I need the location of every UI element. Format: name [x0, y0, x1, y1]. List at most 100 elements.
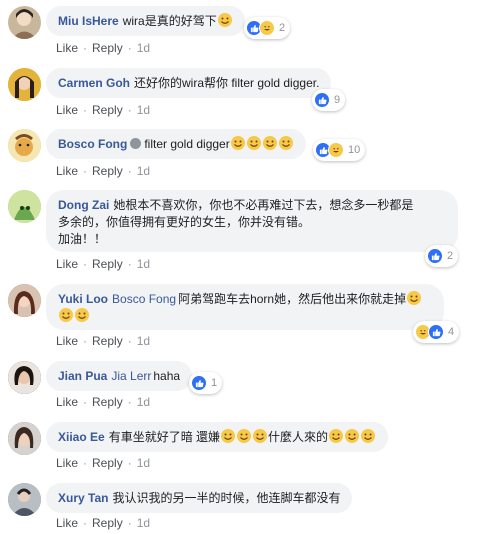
reply-link[interactable]: Reply — [92, 395, 123, 409]
timestamp[interactable]: 1d — [137, 456, 150, 470]
reactions-summary[interactable]: 1 — [189, 372, 223, 394]
author-name[interactable]: Dong Zai — [58, 198, 109, 212]
reactions-summary[interactable]: 2 — [244, 17, 291, 39]
timestamp[interactable]: 1d — [137, 334, 150, 348]
smirk-emoji — [237, 429, 252, 443]
smirk-emoji — [361, 429, 376, 443]
like-link[interactable]: Like — [56, 257, 78, 271]
avatar[interactable] — [8, 422, 41, 455]
avatar[interactable] — [8, 284, 41, 317]
reply-link[interactable]: Reply — [92, 164, 123, 178]
like-reaction-icon — [191, 375, 207, 391]
reply-link[interactable]: Reply — [92, 516, 123, 530]
comment-text-line-3: 加油！！ — [58, 232, 107, 246]
comment-bubble: Dong Zai 她根本不喜欢你，你也不必再难过下去，想念多一秒都是 多余的，你值… — [46, 190, 458, 252]
smirk-emoji — [253, 429, 268, 443]
avatar[interactable] — [8, 129, 41, 162]
timestamp[interactable]: 1d — [137, 257, 150, 271]
reactions-summary[interactable]: 10 — [313, 139, 366, 161]
author-name[interactable]: Bosco Fong — [58, 137, 127, 151]
tagged-user-link[interactable]: Bosco Fong — [112, 292, 176, 306]
reaction-count: 2 — [447, 250, 454, 262]
rofl-emoji — [407, 291, 422, 305]
author-name[interactable]: Xury Tan — [58, 491, 108, 505]
timestamp[interactable]: 1d — [137, 164, 150, 178]
like-link[interactable]: Like — [56, 395, 78, 409]
author-name[interactable]: Jian Pua — [58, 369, 107, 383]
comment-text-a: 有車坐就好了暗 還嫌 — [108, 430, 221, 444]
comment-actions: Like · Reply · 1d — [56, 334, 151, 348]
comment-text: wira是真的好驾下 — [122, 14, 217, 28]
author-name[interactable]: Miu IsHere — [58, 14, 119, 28]
comment-bubble: Xury Tan 我认识我的另一半的时候，他连脚车都没有 — [46, 483, 353, 513]
grin-squint-emoji — [230, 136, 245, 150]
reply-link[interactable]: Reply — [92, 456, 123, 470]
comment-text-b: 什麼人來的 — [268, 430, 329, 444]
like-link[interactable]: Like — [56, 456, 78, 470]
comment-text-line-1: 她根本不喜欢你，你也不必再难过下去，想念多一秒都是 — [113, 198, 414, 212]
comment-actions: Like · Reply · 1d — [56, 41, 151, 55]
like-link[interactable]: Like — [56, 516, 78, 530]
comment-bubble: Yuki Loo Bosco Fong 阿弟驾跑车去horn她，然后他出来你就走掉 — [46, 284, 444, 330]
reaction-count: 2 — [279, 22, 286, 34]
comment-text-line-2: 多余的，你值得拥有更好的女生，你并没有错。 — [58, 215, 311, 229]
smirk-emoji — [329, 429, 344, 443]
reply-link[interactable]: Reply — [92, 103, 123, 117]
reactions-summary[interactable]: 4 — [413, 321, 460, 343]
smirk-emoji — [345, 429, 360, 443]
comment-actions: Like · Reply · 1d — [56, 516, 151, 530]
author-name[interactable]: Yuki Loo — [58, 292, 108, 306]
timestamp[interactable]: 1d — [137, 516, 150, 530]
comment-actions: Like · Reply · 1d — [56, 257, 151, 271]
avatar[interactable] — [8, 68, 41, 101]
timestamp[interactable]: 1d — [137, 41, 150, 55]
like-link[interactable]: Like — [56, 41, 78, 55]
comment-text: haha — [153, 369, 181, 383]
author-name[interactable]: Xiiao Ee — [58, 430, 105, 444]
rofl-emoji — [59, 308, 73, 322]
reply-link[interactable]: Reply — [92, 41, 123, 55]
grin-squint-emoji — [246, 136, 261, 150]
haha-reaction-icon — [328, 142, 344, 158]
avatar[interactable] — [8, 190, 41, 223]
reply-link[interactable]: Reply — [92, 334, 123, 348]
comment-bubble: Xiiao Ee 有車坐就好了暗 還嫌 什麼人來的 — [46, 422, 389, 452]
like-link[interactable]: Like — [56, 334, 78, 348]
reaction-count: 4 — [448, 326, 455, 338]
haha-reaction-icon — [259, 20, 275, 36]
comment-actions: Like · Reply · 1d — [56, 103, 151, 117]
comment-text: 阿弟驾跑车去horn她，然后他出来你就走掉 — [178, 292, 407, 306]
avatar[interactable] — [8, 483, 41, 516]
comment-text: filter gold digger — [144, 137, 230, 151]
like-reaction-icon — [427, 248, 443, 264]
author-name[interactable]: Carmen Goh — [58, 76, 130, 90]
like-reaction-icon — [314, 92, 330, 108]
like-reaction-icon — [428, 324, 444, 340]
comment-actions: Like · Reply · 1d — [56, 164, 151, 178]
timestamp[interactable]: 1d — [137, 103, 150, 117]
reply-link[interactable]: Reply — [92, 257, 123, 271]
comment-bubble: Jian Pua Jia Lerr haha — [46, 361, 193, 391]
reaction-count: 10 — [348, 144, 361, 156]
comment-actions: Like · Reply · 1d — [56, 456, 151, 470]
reaction-count: 1 — [211, 377, 218, 389]
rofl-emoji — [75, 308, 89, 322]
grin-squint-emoji — [278, 136, 293, 150]
comment-bubble: Bosco Fong filter gold digger — [46, 129, 306, 159]
like-link[interactable]: Like — [56, 164, 78, 178]
avatar[interactable] — [8, 6, 41, 39]
tagged-user-link[interactable]: Jia Lerr — [111, 369, 151, 383]
comment-text: 我认识我的另一半的时候，他连脚车都没有 — [112, 491, 341, 505]
comment-bubble: Carmen Goh 还好你的wira帮你 filter gold digger. — [46, 68, 332, 98]
verified-badge-icon — [130, 138, 142, 149]
avatar[interactable] — [8, 361, 41, 394]
reaction-count: 9 — [334, 94, 341, 106]
reactions-summary[interactable]: 2 — [425, 245, 459, 267]
timestamp[interactable]: 1d — [137, 395, 150, 409]
comment-bubble: Miu IsHere wira是真的好驾下 — [46, 6, 245, 36]
grin-squint-emoji — [262, 136, 277, 150]
like-link[interactable]: Like — [56, 103, 78, 117]
smirk-emoji — [221, 429, 236, 443]
reactions-summary[interactable]: 9 — [312, 89, 346, 111]
grin-squint-emoji — [217, 13, 232, 27]
